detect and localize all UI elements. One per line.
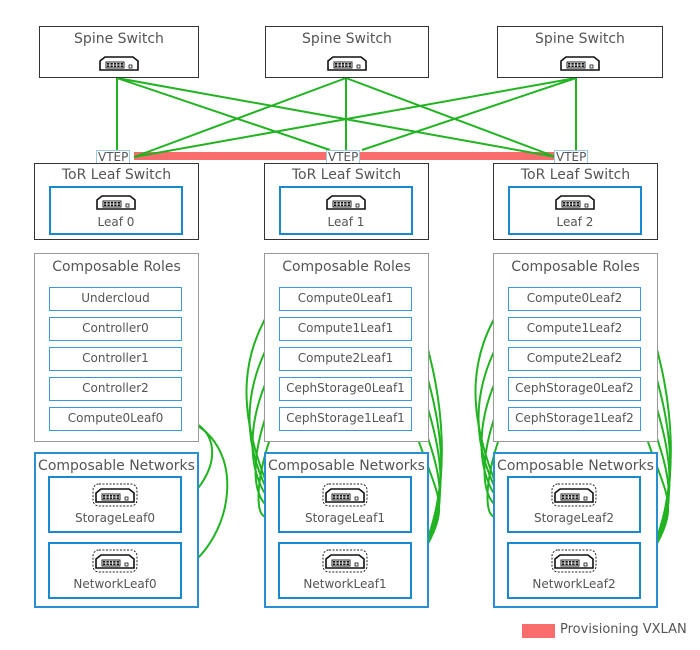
vtep-label: VTEP [554,150,589,164]
virtual-switch-icon [551,549,597,573]
leaf-switch-0: Leaf 0 [49,186,183,235]
networks-title: Composable Networks [38,458,195,474]
role-item[interactable]: CephStorage0Leaf1 [279,377,412,401]
role-item[interactable]: Controller0 [49,317,182,341]
leaf-switch-label: Leaf 0 [97,215,135,229]
role-item[interactable]: CephStorage1Leaf2 [508,407,641,431]
spine-switch-0: Spine Switch [39,26,199,78]
composable-roles-1: Composable Roles Compute0Leaf1 Compute1Lea… [264,253,429,442]
composable-networks-1: Composable Networks StorageLeaf1 NetworkLe… [264,452,429,608]
legend-swatch-vxlan [522,624,555,638]
tor-leaf-switch-1: ToR Leaf Switch Leaf 1 [264,163,429,240]
spine-leaf-link [361,77,577,151]
network-storage: StorageLeaf0 [48,476,182,533]
leaf-switch-2: Leaf 2 [508,186,642,235]
role-item[interactable]: Compute2Leaf1 [279,347,412,371]
role-item[interactable]: Controller2 [49,377,182,401]
roles-title: Composable Roles [511,259,640,275]
network-storage: StorageLeaf2 [507,476,641,533]
switch-icon [560,56,600,71]
switch-icon [327,56,367,71]
role-item[interactable]: Compute0Leaf2 [508,287,641,311]
role-item[interactable]: CephStorage0Leaf2 [508,377,641,401]
switch-icon [555,195,595,210]
networks-title: Composable Networks [268,458,425,474]
spine-switch-2: Spine Switch [497,26,663,78]
spine-switch-title: Spine Switch [74,31,164,47]
role-item[interactable]: CephStorage1Leaf1 [279,407,412,431]
virtual-switch-icon [92,549,138,573]
leaf-switch-label: Leaf 1 [327,215,365,229]
spine-switch-title: Spine Switch [535,31,625,47]
network-network: NetworkLeaf0 [48,542,182,599]
composable-networks-0: Composable Networks StorageLeaf0 NetworkLe… [34,452,199,608]
network-storage: StorageLeaf1 [278,476,412,533]
network-network: NetworkLeaf1 [278,542,412,599]
spine-switch-1: Spine Switch [265,26,429,78]
roles-title: Composable Roles [52,259,181,275]
role-item[interactable]: Undercloud [49,287,182,311]
network-label: StorageLeaf0 [74,511,156,525]
leaf-switch-label: Leaf 2 [556,215,594,229]
leaf-switch-1: Leaf 1 [279,186,413,235]
spine-leaf-link [116,77,331,151]
switch-icon [96,195,136,210]
network-label: StorageLeaf1 [304,511,386,525]
role-item[interactable]: Compute1Leaf1 [279,317,412,341]
spine-leaf-link [133,77,577,158]
vtep-label: VTEP [96,150,131,164]
switch-icon [326,195,366,210]
legend-label: Provisioning VXLAN [560,622,687,637]
diagram: Spine Switch Spine Switch Spine Switch VTEP… [0,0,700,650]
network-network: NetworkLeaf2 [507,542,641,599]
vtep-label: VTEP [326,150,361,164]
spine-leaf-link [116,77,557,158]
tor-leaf-switch-2: ToR Leaf Switch Leaf 2 [493,163,658,240]
virtual-switch-icon [92,483,138,507]
role-item[interactable]: Compute0Leaf1 [279,287,412,311]
virtual-switch-icon [551,483,597,507]
composable-networks-2: Composable Networks StorageLeaf2 NetworkLe… [493,452,658,608]
composable-roles-2: Composable Roles Compute0Leaf2 Compute1Lea… [493,253,658,442]
switch-icon [99,56,139,71]
spine-switch-title: Spine Switch [302,31,392,47]
tor-title: ToR Leaf Switch [291,167,402,183]
tor-title: ToR Leaf Switch [520,167,631,183]
role-item[interactable]: Compute2Leaf2 [508,347,641,371]
role-item[interactable]: Compute0Leaf0 [49,407,182,431]
virtual-switch-icon [322,483,368,507]
composable-roles-0: Composable Roles Undercloud Controller0 Con… [34,253,199,442]
network-label: NetworkLeaf1 [303,577,387,591]
virtual-switch-icon [322,549,368,573]
role-item[interactable]: Compute1Leaf2 [508,317,641,341]
networks-title: Composable Networks [497,458,654,474]
network-label: NetworkLeaf0 [73,577,157,591]
tor-title: ToR Leaf Switch [61,167,172,183]
network-label: StorageLeaf2 [533,511,615,525]
roles-title: Composable Roles [282,259,411,275]
tor-leaf-switch-0: ToR Leaf Switch Leaf 0 [34,163,199,240]
role-item[interactable]: Controller1 [49,347,182,371]
network-label: NetworkLeaf2 [532,577,616,591]
